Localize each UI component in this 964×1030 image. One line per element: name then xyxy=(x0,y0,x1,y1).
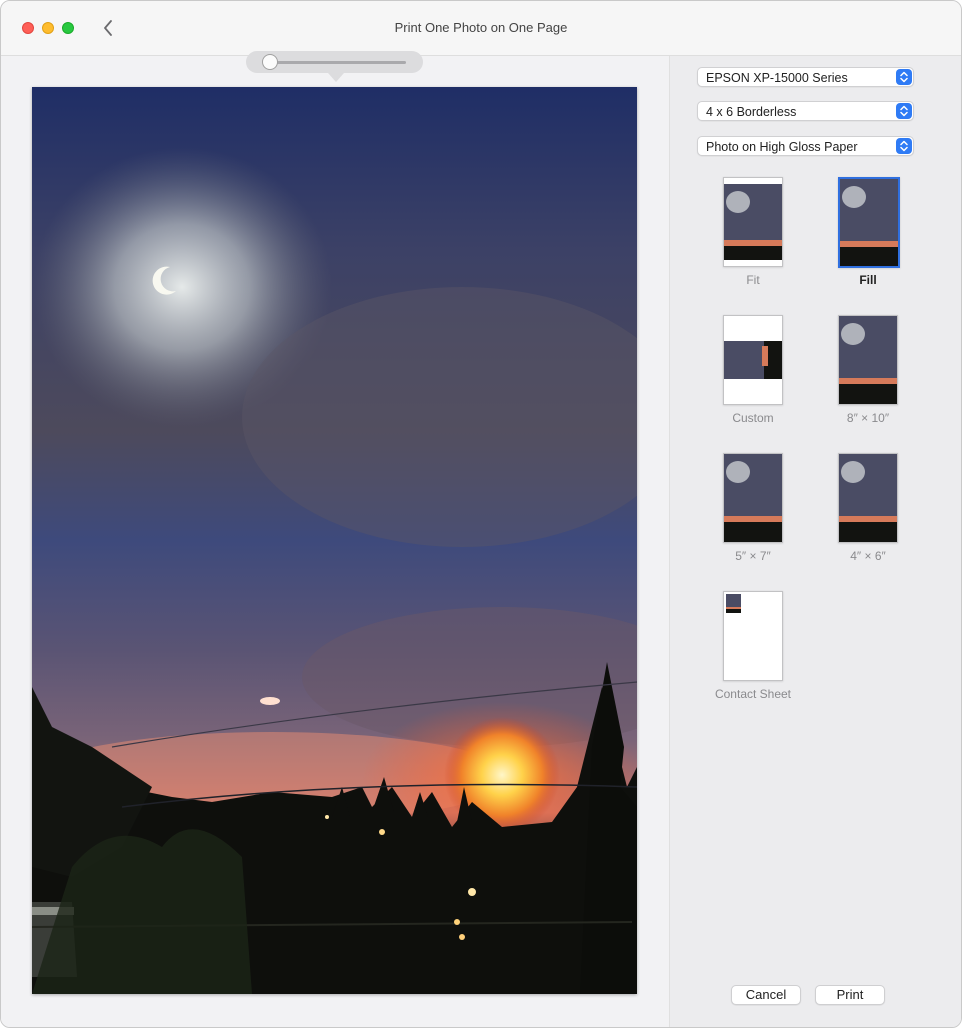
layout-thumbnail-contact-sheet[interactable] xyxy=(723,591,783,681)
fireworks-night-photo xyxy=(32,87,637,994)
paper-size-popup-value: 4 x 6 Borderless xyxy=(706,105,797,119)
paper-size-popup[interactable]: 4 x 6 Borderless xyxy=(697,101,914,121)
layout-thumbnail-8x10[interactable] xyxy=(838,315,898,405)
title-bar: Print One Photo on One Page xyxy=(1,1,961,56)
paper-type-popup[interactable]: Photo on High Gloss Paper xyxy=(697,136,914,156)
zoom-slider-thumb[interactable] xyxy=(262,54,278,70)
layout-option-label: Contact Sheet xyxy=(714,687,792,701)
printer-popup[interactable]: EPSON XP-15000 Series xyxy=(697,67,914,87)
printer-popup-value: EPSON XP-15000 Series xyxy=(706,71,848,85)
layout-option-label: Fill xyxy=(859,273,877,287)
up-down-arrows-icon xyxy=(896,103,912,119)
options-sidebar xyxy=(669,56,961,1027)
paper-type-popup-value: Photo on High Gloss Paper xyxy=(706,140,858,154)
layout-thumbnail-fill[interactable] xyxy=(838,177,900,268)
layout-thumbnail-fit[interactable] xyxy=(723,177,783,267)
layout-option-label: 5″ × 7″ xyxy=(735,549,771,563)
zoom-slider-popover xyxy=(246,51,423,82)
up-down-arrows-icon xyxy=(896,138,912,154)
layout-option-label: 8″ × 10″ xyxy=(846,411,890,425)
layout-option-label: Custom xyxy=(732,411,774,425)
layout-option-label: Fit xyxy=(746,273,760,287)
window-title: Print One Photo on One Page xyxy=(394,20,568,35)
up-down-arrows-icon xyxy=(896,69,912,85)
print-button[interactable]: Print xyxy=(815,985,885,1005)
zoom-slider-track[interactable] xyxy=(266,61,406,64)
layout-option-label: 4″ × 6″ xyxy=(850,549,886,563)
photo-preview xyxy=(32,87,637,994)
layout-thumbnail-custom[interactable] xyxy=(723,315,783,405)
cancel-button[interactable]: Cancel xyxy=(731,985,801,1005)
layout-thumbnail-5x7[interactable] xyxy=(723,453,783,543)
layout-thumbnail-4x6[interactable] xyxy=(838,453,898,543)
